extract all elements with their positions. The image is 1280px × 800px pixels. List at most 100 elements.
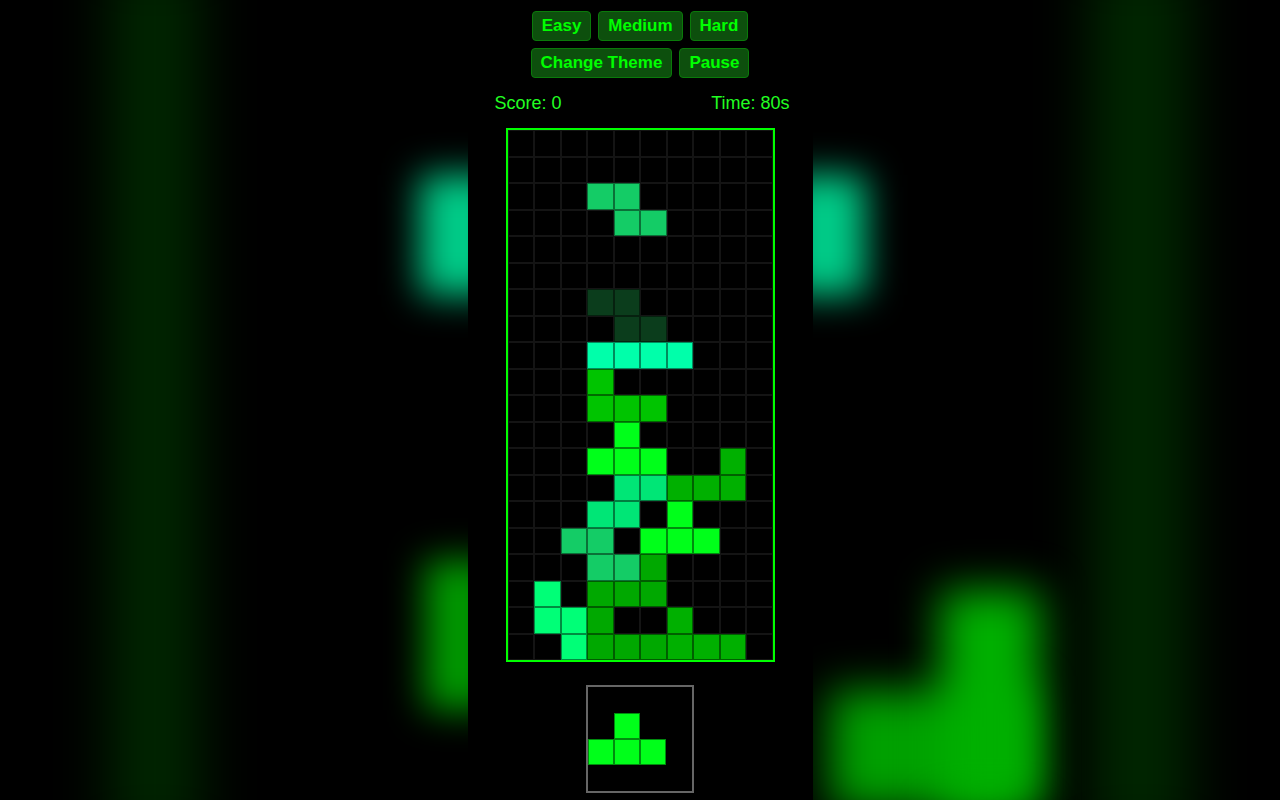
board-cell — [720, 157, 747, 184]
board-cell — [640, 528, 667, 555]
board-cell — [640, 130, 667, 157]
board-cell — [561, 501, 588, 528]
board-cell — [693, 157, 720, 184]
game-board[interactable] — [506, 128, 775, 662]
board-cell — [746, 157, 773, 184]
board-cell — [534, 183, 561, 210]
board-cell — [534, 236, 561, 263]
board-cell — [667, 475, 694, 502]
board-cell — [746, 528, 773, 555]
board-cell — [720, 342, 747, 369]
board-cell — [587, 395, 614, 422]
board-cell — [561, 263, 588, 290]
control-button[interactable]: Change Theme — [531, 48, 673, 78]
board-cell — [614, 634, 641, 661]
board-cell — [587, 634, 614, 661]
board-cell — [720, 528, 747, 555]
board-cell — [667, 501, 694, 528]
board-cell — [720, 289, 747, 316]
preview-cell — [614, 739, 640, 765]
board-cell — [508, 554, 535, 581]
board-cell — [667, 263, 694, 290]
board-cell — [693, 581, 720, 608]
board-cell — [508, 289, 535, 316]
board-cell — [587, 369, 614, 396]
board-cell — [508, 475, 535, 502]
board-cell — [534, 448, 561, 475]
board-cell — [508, 395, 535, 422]
board-cell — [720, 448, 747, 475]
preview-cell — [640, 687, 666, 713]
board-cell — [720, 369, 747, 396]
preview-cell — [640, 765, 666, 791]
board-cell — [667, 342, 694, 369]
board-cell — [561, 634, 588, 661]
board-cell — [640, 342, 667, 369]
preview-cell — [614, 687, 640, 713]
board-cell — [667, 157, 694, 184]
board-cell — [561, 369, 588, 396]
preview-cell — [614, 713, 640, 739]
board-cell — [508, 342, 535, 369]
board-cell — [746, 634, 773, 661]
board-cell — [640, 422, 667, 449]
preview-cell — [666, 765, 692, 791]
board-cell — [640, 210, 667, 237]
board-cell — [667, 448, 694, 475]
preview-cell — [640, 739, 666, 765]
board-cell — [614, 236, 641, 263]
board-cell — [508, 634, 535, 661]
board-cell — [667, 183, 694, 210]
game-panel: EasyMediumHardChange ThemePauseScore: 0T… — [468, 0, 813, 800]
board-cell — [693, 130, 720, 157]
board-cell — [746, 581, 773, 608]
board-cell — [508, 130, 535, 157]
board-cell — [746, 554, 773, 581]
board-cell — [587, 157, 614, 184]
board-cell — [693, 634, 720, 661]
board-cell — [693, 210, 720, 237]
board-cell — [614, 607, 641, 634]
board-cell — [614, 448, 641, 475]
control-button[interactable]: Pause — [679, 48, 749, 78]
board-cell — [614, 528, 641, 555]
board-cell — [720, 316, 747, 343]
difficulty-button[interactable]: Medium — [598, 11, 682, 41]
board-cell — [561, 183, 588, 210]
board-cell — [640, 475, 667, 502]
difficulty-button[interactable]: Hard — [690, 11, 749, 41]
board-cell — [667, 634, 694, 661]
board-cell — [746, 448, 773, 475]
preview-cell — [588, 687, 614, 713]
board-cell — [693, 263, 720, 290]
next-piece-preview — [586, 685, 694, 793]
board-cell — [720, 422, 747, 449]
board-cell — [667, 528, 694, 555]
board-cell — [561, 422, 588, 449]
board-cell — [561, 395, 588, 422]
board-cell — [587, 316, 614, 343]
board-cell — [508, 607, 535, 634]
board-cell — [693, 554, 720, 581]
board-cell — [508, 157, 535, 184]
board-cell — [534, 581, 561, 608]
board-cell — [508, 316, 535, 343]
preview-cell — [640, 713, 666, 739]
board-cell — [534, 369, 561, 396]
board-cell — [640, 263, 667, 290]
board-cell — [614, 342, 641, 369]
board-cell — [693, 289, 720, 316]
board-cell — [614, 263, 641, 290]
board-cell — [508, 528, 535, 555]
board-cell — [640, 395, 667, 422]
board-cell — [587, 528, 614, 555]
board-cell — [614, 157, 641, 184]
board-cell — [614, 183, 641, 210]
board-cell — [693, 236, 720, 263]
board-cell — [720, 236, 747, 263]
board-cell — [614, 369, 641, 396]
board-cell — [720, 210, 747, 237]
difficulty-button[interactable]: Easy — [532, 11, 592, 41]
board-cell — [508, 210, 535, 237]
board-cell — [587, 183, 614, 210]
